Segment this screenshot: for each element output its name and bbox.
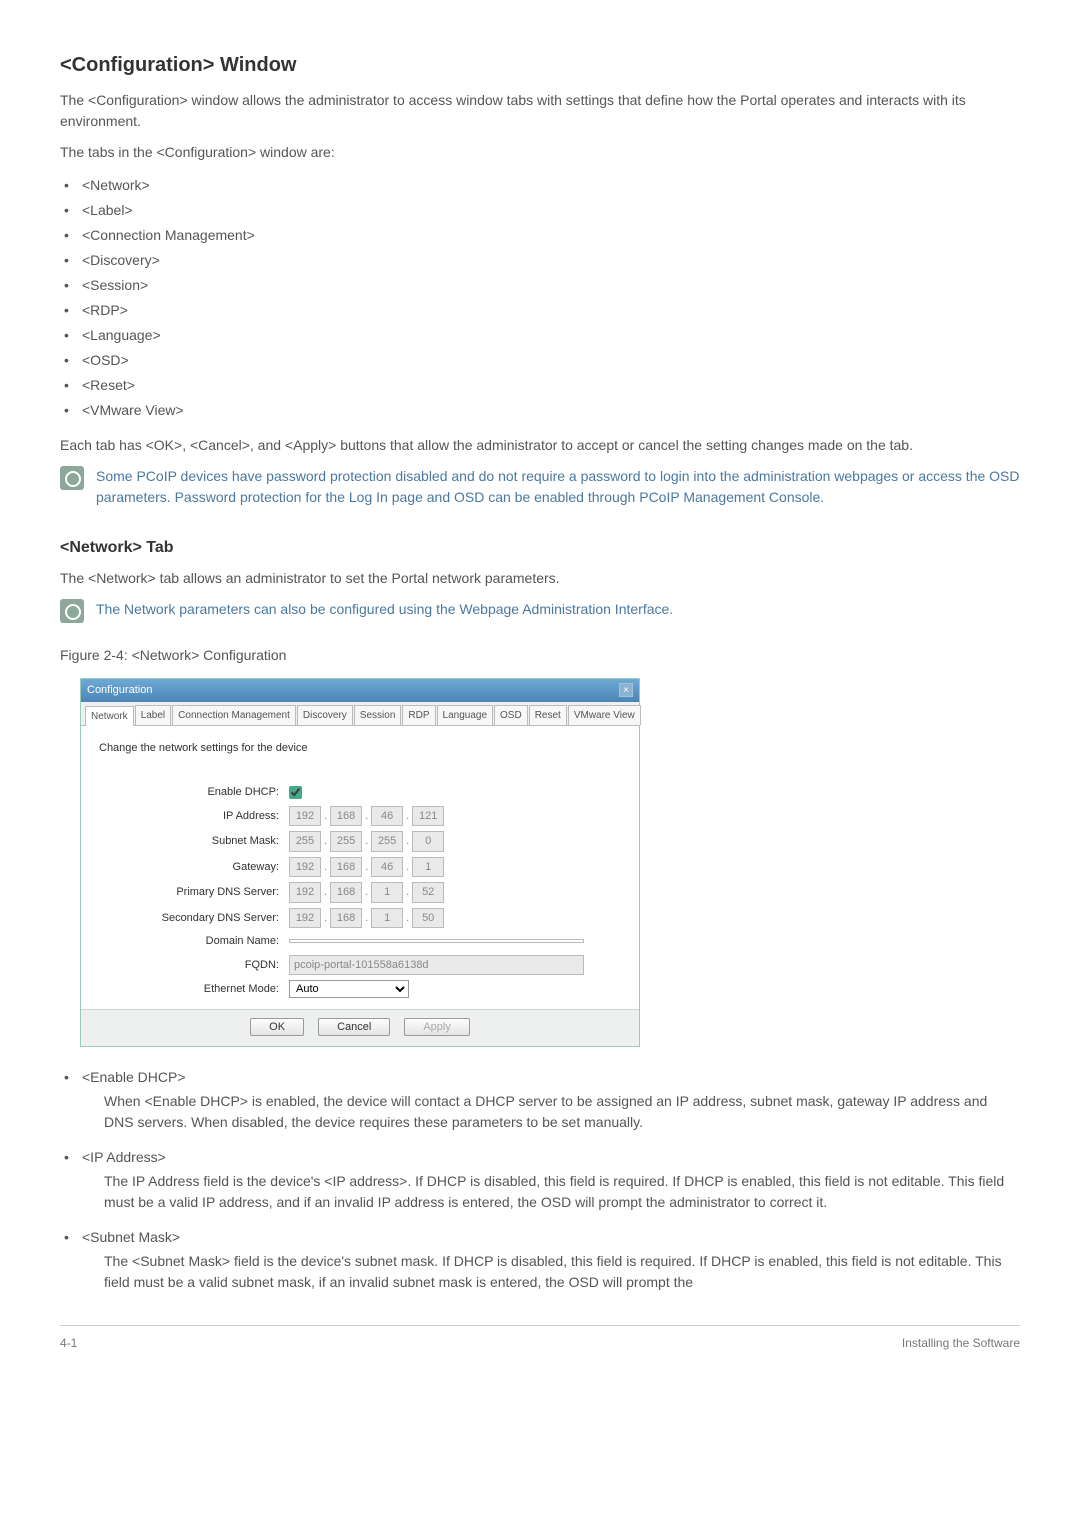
- figure-title: : <Network> Configuration: [124, 647, 287, 663]
- page-footer: 4-1 Installing the Software: [60, 1325, 1020, 1352]
- description-list: <Enable DHCP> When <Enable DHCP> is enab…: [60, 1065, 1020, 1295]
- primary-dns-field[interactable]: 192. 168. 1. 52: [289, 882, 621, 903]
- subnet-mask-label: Subnet Mask:: [99, 833, 289, 850]
- ip-octet: 255: [289, 831, 321, 852]
- domain-name-label: Domain Name:: [99, 933, 289, 950]
- window-titlebar: Configuration ×: [81, 679, 639, 702]
- desc-term: <Subnet Mask>: [82, 1229, 180, 1245]
- primary-dns-label: Primary DNS Server:: [99, 884, 289, 901]
- note-text: Some PCoIP devices have password protect…: [96, 466, 1020, 508]
- close-icon[interactable]: ×: [619, 683, 633, 697]
- ip-octet: 192: [289, 908, 321, 929]
- desc-term: <Enable DHCP>: [82, 1069, 186, 1085]
- ip-octet: 192: [289, 882, 321, 903]
- ip-octet: 168: [330, 806, 362, 827]
- cancel-button[interactable]: Cancel: [318, 1018, 390, 1036]
- list-item: <IP Address> The IP Address field is the…: [60, 1145, 1020, 1215]
- ip-octet: 52: [412, 882, 444, 903]
- list-item: <Session>: [60, 273, 1020, 298]
- tab-network[interactable]: Network: [85, 706, 134, 726]
- footer-page-number: 4-1: [60, 1334, 77, 1352]
- subnet-mask-field[interactable]: 255. 255. 255. 0: [289, 831, 621, 852]
- ethernet-mode-label: Ethernet Mode:: [99, 981, 289, 998]
- window-button-bar: OK Cancel Apply: [81, 1009, 639, 1046]
- figure-number: Figure 2-4: [60, 647, 124, 663]
- gateway-label: Gateway:: [99, 859, 289, 876]
- note-icon: [60, 599, 84, 623]
- ip-octet: 168: [330, 908, 362, 929]
- ethernet-mode-select[interactable]: Auto: [289, 980, 409, 998]
- ip-octet: 46: [371, 806, 403, 827]
- ip-octet: 0: [412, 831, 444, 852]
- window-tab-strip: Network Label Connection Management Disc…: [81, 702, 639, 726]
- ip-octet: 121: [412, 806, 444, 827]
- ip-octet: 1: [371, 908, 403, 929]
- ip-address-field[interactable]: 192. 168. 46. 121: [289, 806, 621, 827]
- subsection-intro: The <Network> tab allows an administrato…: [60, 568, 1020, 589]
- ip-octet: 192: [289, 806, 321, 827]
- ip-octet: 255: [330, 831, 362, 852]
- list-item: <RDP>: [60, 298, 1020, 323]
- gateway-field[interactable]: 192. 168. 46. 1: [289, 857, 621, 878]
- enable-dhcp-label: Enable DHCP:: [99, 784, 289, 801]
- desc-text: The IP Address field is the device's <IP…: [82, 1171, 1020, 1213]
- list-item: <Discovery>: [60, 248, 1020, 273]
- ip-octet: 192: [289, 857, 321, 878]
- tab-discovery[interactable]: Discovery: [297, 705, 353, 725]
- tab-rdp[interactable]: RDP: [402, 705, 435, 725]
- intro-paragraph-2: The tabs in the <Configuration> window a…: [60, 142, 1020, 163]
- ip-octet: 255: [371, 831, 403, 852]
- list-item: <Network>: [60, 173, 1020, 198]
- ip-octet: 168: [330, 857, 362, 878]
- secondary-dns-field[interactable]: 192. 168. 1. 50: [289, 908, 621, 929]
- list-item: <Enable DHCP> When <Enable DHCP> is enab…: [60, 1065, 1020, 1135]
- ip-octet: 1: [412, 857, 444, 878]
- window-title: Configuration: [87, 682, 152, 699]
- intro-paragraph-1: The <Configuration> window allows the ad…: [60, 90, 1020, 132]
- list-item: <Reset>: [60, 373, 1020, 398]
- note-block-1: Some PCoIP devices have password protect…: [60, 466, 1020, 508]
- note-block-2: The Network parameters can also be confi…: [60, 599, 1020, 623]
- ip-octet: 46: [371, 857, 403, 878]
- desc-term: <IP Address>: [82, 1149, 166, 1165]
- enable-dhcp-checkbox[interactable]: [289, 786, 302, 799]
- tab-language[interactable]: Language: [437, 705, 494, 725]
- list-item: <Label>: [60, 198, 1020, 223]
- ip-address-label: IP Address:: [99, 808, 289, 825]
- tab-bullet-list: <Network> <Label> <Connection Management…: [60, 173, 1020, 423]
- subsection-heading: <Network> Tab: [60, 536, 1020, 560]
- figure-caption: Figure 2-4: <Network> Configuration: [60, 645, 1020, 666]
- tab-vmware-view[interactable]: VMware View: [568, 705, 641, 725]
- list-item: <OSD>: [60, 348, 1020, 373]
- ip-octet: 1: [371, 882, 403, 903]
- after-tabs-paragraph: Each tab has <OK>, <Cancel>, and <Apply>…: [60, 435, 1020, 456]
- desc-text: When <Enable DHCP> is enabled, the devic…: [82, 1091, 1020, 1133]
- tab-connection-management[interactable]: Connection Management: [172, 705, 296, 725]
- secondary-dns-label: Secondary DNS Server:: [99, 910, 289, 927]
- ip-octet: 168: [330, 882, 362, 903]
- note-icon: [60, 466, 84, 490]
- section-heading: <Configuration> Window: [60, 50, 1020, 80]
- window-body: Change the network settings for the devi…: [81, 726, 639, 1010]
- footer-section-title: Installing the Software: [902, 1334, 1020, 1352]
- ok-button[interactable]: OK: [250, 1018, 304, 1036]
- note-text: The Network parameters can also be confi…: [96, 599, 673, 620]
- ip-octet: 50: [412, 908, 444, 929]
- domain-name-field[interactable]: [289, 939, 584, 943]
- tab-session[interactable]: Session: [354, 705, 402, 725]
- fqdn-label: FQDN:: [99, 957, 289, 974]
- list-item: <Language>: [60, 323, 1020, 348]
- list-item: <Subnet Mask> The <Subnet Mask> field is…: [60, 1225, 1020, 1295]
- config-window: Configuration × Network Label Connection…: [80, 678, 640, 1047]
- list-item: <Connection Management>: [60, 223, 1020, 248]
- apply-button[interactable]: Apply: [404, 1018, 470, 1036]
- tab-reset[interactable]: Reset: [529, 705, 567, 725]
- desc-text: The <Subnet Mask> field is the device's …: [82, 1251, 1020, 1293]
- tab-label[interactable]: Label: [135, 705, 171, 725]
- tab-osd[interactable]: OSD: [494, 705, 528, 725]
- fqdn-field: pcoip-portal-101558a6138d: [289, 955, 584, 976]
- window-prompt: Change the network settings for the devi…: [99, 740, 621, 757]
- list-item: <VMware View>: [60, 398, 1020, 423]
